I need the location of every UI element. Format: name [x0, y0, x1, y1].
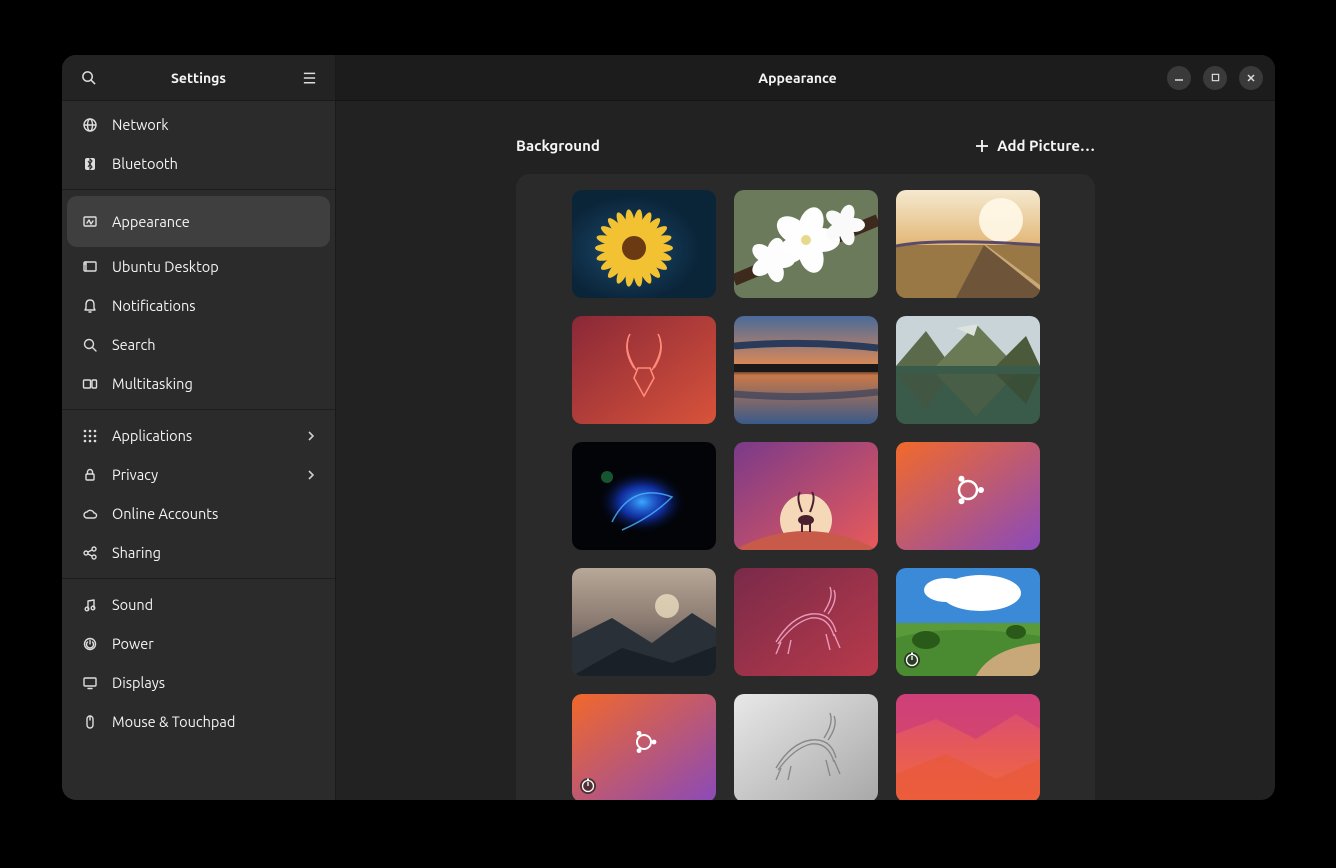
plus-icon	[975, 139, 989, 153]
sidebar-item-label: Applications	[112, 427, 192, 444]
sidebar-item-label: Notifications	[112, 297, 196, 314]
sidebar-item-sharing[interactable]: Sharing	[62, 533, 335, 572]
sidebar: Settings Network Bluetooth Appearance Ubunt…	[62, 55, 336, 800]
music-icon	[82, 597, 98, 613]
sidebar-item-label: Online Accounts	[112, 505, 218, 522]
sidebar-item-ubuntu-desktop[interactable]: Ubuntu Desktop	[62, 247, 335, 286]
bluetooth-icon	[82, 156, 98, 172]
share-icon	[82, 545, 98, 561]
sidebar-item-label: Mouse & Touchpad	[112, 713, 235, 730]
sidebar-item-label: Multitasking	[112, 375, 193, 392]
wallpaper-thumbnail[interactable]	[896, 694, 1040, 800]
globe-icon	[82, 117, 98, 133]
sidebar-item-label: Sharing	[112, 544, 161, 561]
wallpaper-thumbnail[interactable]	[572, 190, 716, 298]
maximize-icon	[1211, 73, 1220, 82]
cloud-icon	[82, 506, 98, 522]
background-section-header: Background Add Picture…	[516, 137, 1095, 154]
sidebar-item-label: Displays	[112, 674, 165, 691]
sidebar-item-label: Network	[112, 116, 169, 133]
titlebar: Appearance	[336, 55, 1275, 101]
sidebar-item-privacy[interactable]: Privacy	[62, 455, 335, 494]
sidebar-title: Settings	[100, 70, 297, 86]
sidebar-item-multitasking[interactable]: Multitasking	[62, 364, 335, 403]
sidebar-item-mouse-touchpad[interactable]: Mouse & Touchpad	[62, 702, 335, 741]
sidebar-item-label: Sound	[112, 596, 153, 613]
sidebar-item-label: Ubuntu Desktop	[112, 258, 219, 275]
chevron-right-icon	[307, 430, 315, 442]
sidebar-item-applications[interactable]: Applications	[62, 416, 335, 455]
mouse-icon	[82, 714, 98, 730]
content: Background Add Picture…	[336, 101, 1275, 800]
background-label: Background	[516, 137, 600, 154]
bell-icon	[82, 298, 98, 314]
wallpaper-thumbnail[interactable]	[572, 568, 716, 676]
close-button[interactable]	[1239, 66, 1263, 90]
sidebar-item-label: Bluetooth	[112, 155, 178, 172]
wallpaper-thumbnail[interactable]	[572, 316, 716, 424]
slideshow-badge-icon	[579, 777, 597, 795]
settings-window: Settings Network Bluetooth Appearance Ubunt…	[62, 55, 1275, 800]
window-buttons	[1167, 66, 1263, 90]
sidebar-item-label: Appearance	[112, 213, 190, 230]
sidebar-item-appearance[interactable]: Appearance	[67, 196, 330, 247]
wallpaper-thumbnail[interactable]	[734, 568, 878, 676]
wallpaper-thumbnail[interactable]	[896, 190, 1040, 298]
hamburger-icon	[302, 71, 317, 85]
sidebar-item-power[interactable]: Power	[62, 624, 335, 663]
wallpaper-thumbnail[interactable]	[896, 442, 1040, 550]
sidebar-item-search[interactable]: Search	[62, 325, 335, 364]
maximize-button[interactable]	[1203, 66, 1227, 90]
window-title: Appearance	[428, 70, 1167, 86]
menu-button[interactable]	[297, 66, 321, 90]
minimize-button[interactable]	[1167, 66, 1191, 90]
wallpaper-thumbnail[interactable]	[734, 442, 878, 550]
sidebar-item-bluetooth[interactable]: Bluetooth	[62, 144, 335, 183]
minimize-icon	[1174, 73, 1184, 83]
wallpaper-thumbnail[interactable]	[572, 442, 716, 550]
wallpaper-thumbnail[interactable]	[572, 694, 716, 800]
main-panel: Appearance Background Add Picture…	[336, 55, 1275, 800]
multitask-icon	[82, 376, 98, 392]
wallpaper-thumbnail[interactable]	[734, 190, 878, 298]
sidebar-item-notifications[interactable]: Notifications	[62, 286, 335, 325]
wallpaper-thumbnail[interactable]	[734, 694, 878, 800]
slideshow-badge-icon	[903, 651, 921, 669]
chevron-right-icon	[307, 469, 315, 481]
brush-icon	[82, 214, 98, 230]
sidebar-body: Network Bluetooth Appearance Ubuntu Desktop…	[62, 101, 335, 800]
power-icon	[82, 636, 98, 652]
wallpaper-grid	[516, 174, 1095, 800]
sidebar-item-label: Privacy	[112, 466, 158, 483]
add-picture-label: Add Picture…	[997, 137, 1095, 154]
sidebar-item-label: Power	[112, 635, 154, 652]
lock-icon	[82, 467, 98, 483]
wallpaper-thumbnail[interactable]	[896, 316, 1040, 424]
display-icon	[82, 675, 98, 691]
search-icon	[82, 337, 98, 353]
wallpaper-thumbnail[interactable]	[896, 568, 1040, 676]
sidebar-item-sound[interactable]: Sound	[62, 585, 335, 624]
close-icon	[1246, 73, 1256, 83]
sidebar-item-displays[interactable]: Displays	[62, 663, 335, 702]
sidebar-item-label: Search	[112, 336, 156, 353]
sidebar-item-online-accounts[interactable]: Online Accounts	[62, 494, 335, 533]
grid-icon	[82, 428, 98, 444]
search-button[interactable]	[76, 66, 100, 90]
add-picture-button[interactable]: Add Picture…	[975, 137, 1095, 154]
sidebar-item-network[interactable]: Network	[62, 105, 335, 144]
sidebar-header: Settings	[62, 55, 335, 101]
desktop-panel-icon	[82, 259, 98, 275]
search-icon	[81, 70, 96, 85]
wallpaper-thumbnail[interactable]	[734, 316, 878, 424]
